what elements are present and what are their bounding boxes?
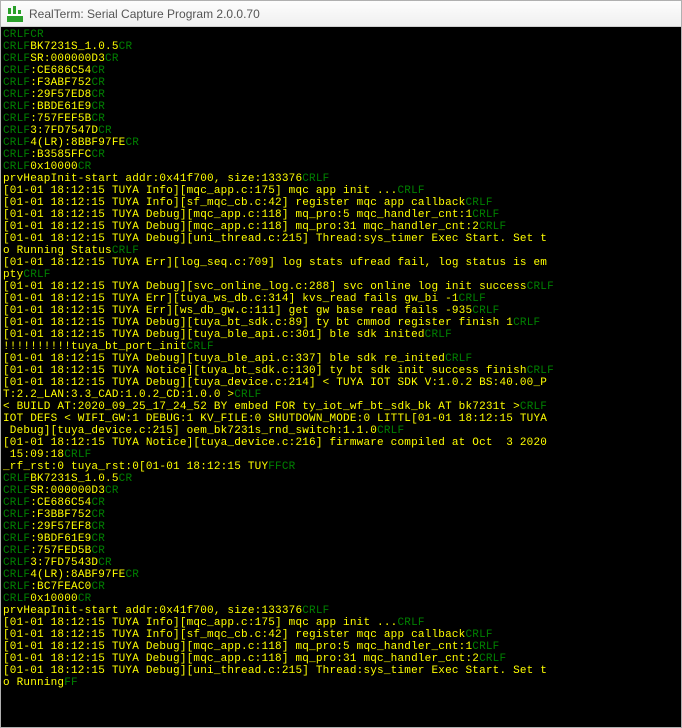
titlebar[interactable]: RealTerm: Serial Capture Program 2.0.0.7…: [1, 1, 681, 27]
realterm-icon: [7, 6, 23, 22]
terminal-output[interactable]: CRLFCR CRLFBK7231S_1.0.5CR CRLFSR:000000…: [1, 27, 681, 727]
app-window: RealTerm: Serial Capture Program 2.0.0.7…: [0, 0, 682, 728]
window-title: RealTerm: Serial Capture Program 2.0.0.7…: [29, 7, 260, 21]
